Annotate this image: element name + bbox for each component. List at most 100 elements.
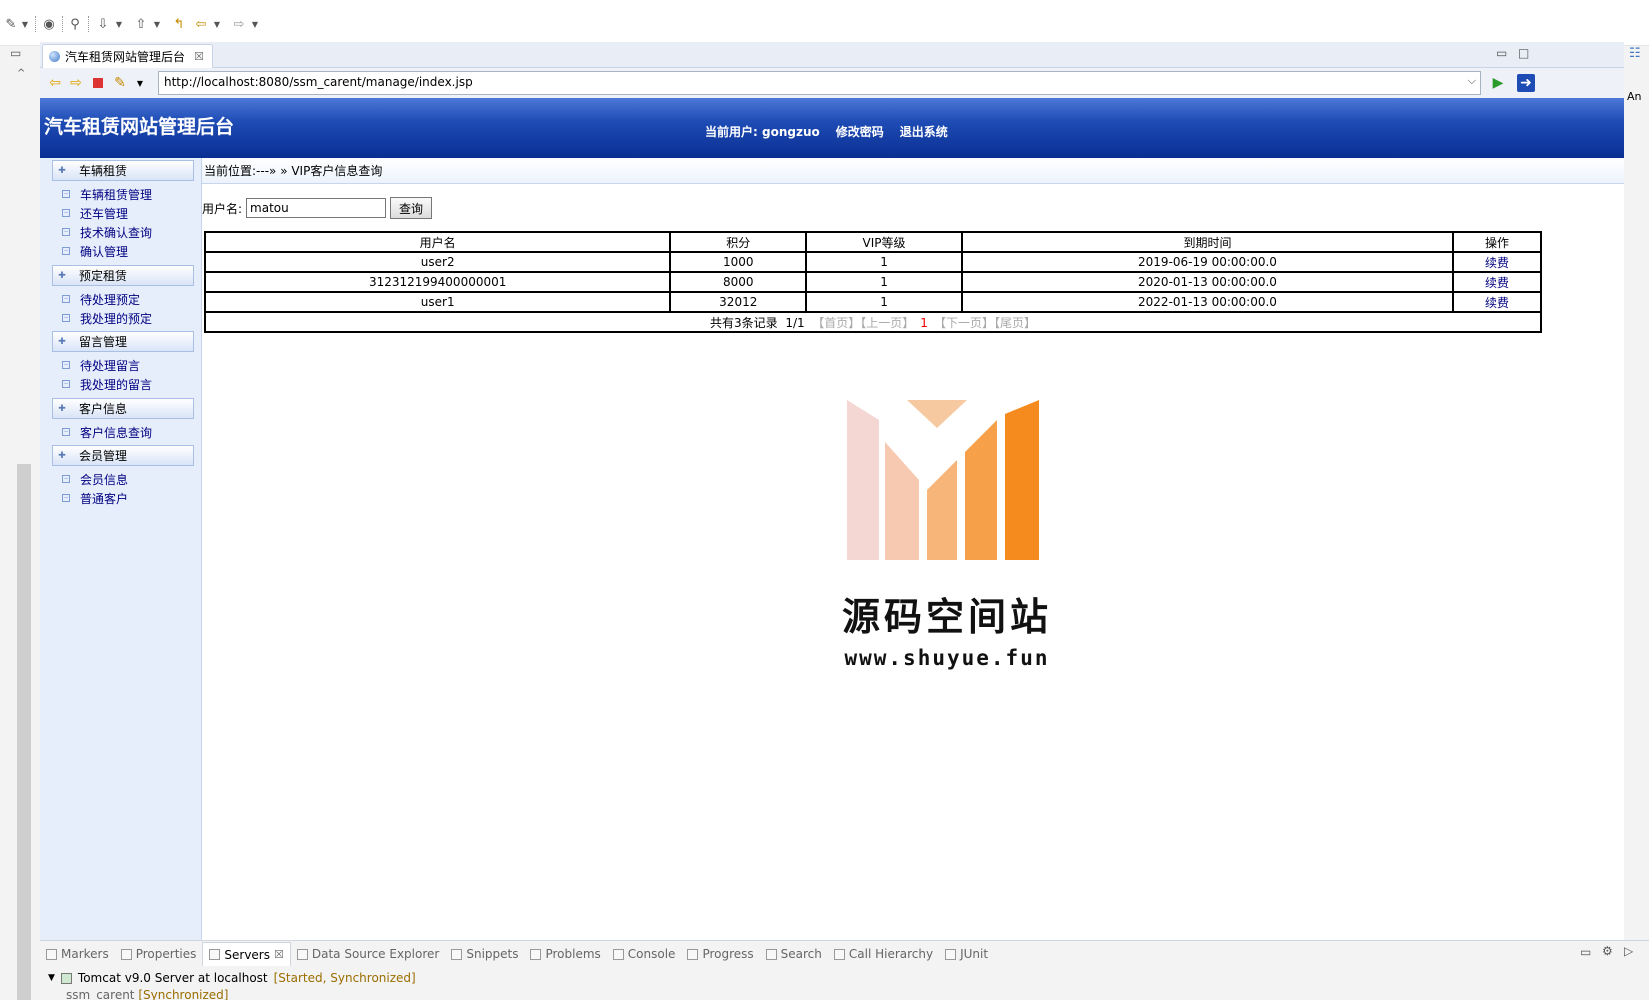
dropdown-icon[interactable]: ▼ xyxy=(250,13,260,35)
menu-item-confirm-manage[interactable]: − 确认管理 xyxy=(62,242,128,260)
menu-item-label: 还车管理 xyxy=(80,206,129,221)
menu-group-customer[interactable]: ✚ 客户信息 xyxy=(52,398,194,419)
menu-item-customer-query[interactable]: − 客户信息查询 xyxy=(62,423,152,441)
tab-call-hierarchy[interactable]: Call Hierarchy xyxy=(828,942,939,966)
dropdown-icon[interactable]: ▼ xyxy=(152,13,162,35)
breadcrumb: 当前位置:---» » VIP客户信息查询 xyxy=(202,158,1624,184)
tab-problems[interactable]: Problems xyxy=(524,942,606,966)
forward-icon[interactable]: ⇨ xyxy=(230,13,248,35)
cell-expire: 2022-01-13 00:00:00.0 xyxy=(960,291,1455,313)
tab-progress[interactable]: Progress xyxy=(681,942,759,966)
username-search-input[interactable] xyxy=(246,198,387,218)
servers-icon xyxy=(209,949,221,960)
menu-item-rental-manage[interactable]: − 车辆租赁管理 xyxy=(62,185,152,203)
menu-item-my-message[interactable]: − 我处理的留言 xyxy=(62,375,152,393)
module-entry[interactable]: ssm_carent [Synchronized] xyxy=(66,988,228,1000)
play-icon[interactable]: ▷ xyxy=(1624,944,1633,958)
restore-icon[interactable]: ▭ xyxy=(10,46,21,60)
pager-last[interactable]: 【尾页】 xyxy=(994,316,1036,330)
tab-data-source-explorer[interactable]: Data Source Explorer xyxy=(291,942,445,966)
menu-item-tech-confirm[interactable]: − 技术确认查询 xyxy=(62,223,152,241)
server-name: Tomcat v9.0 Server at localhost xyxy=(77,971,268,985)
close-icon[interactable]: ☒ xyxy=(194,50,204,63)
item-icon: − xyxy=(62,247,70,255)
menu-item-pending-reservation[interactable]: − 待处理预定 xyxy=(62,290,140,308)
pager-prev[interactable]: 【上一页】 xyxy=(860,316,914,330)
tab-search[interactable]: Search xyxy=(760,942,828,966)
cell-expire: 2019-06-19 00:00:00.0 xyxy=(960,251,1455,273)
cell-username: user2 xyxy=(203,251,672,273)
url-input[interactable]: http://localhost:8080/ssm_carent/manage/… xyxy=(158,71,1481,95)
snippets-icon xyxy=(451,948,463,960)
tab-console[interactable]: Console xyxy=(607,942,682,966)
outline-icon[interactable]: ☷ xyxy=(1629,46,1641,61)
cell-points: 8000 xyxy=(669,271,808,293)
dropdown-icon[interactable]: ▼ xyxy=(114,13,124,35)
menu-item-my-reservation[interactable]: − 我处理的预定 xyxy=(62,309,152,327)
wand-icon[interactable]: ✎ xyxy=(2,13,20,35)
scrollbar[interactable] xyxy=(17,464,31,1000)
pager-next[interactable]: 【下一页】 xyxy=(934,316,994,330)
menu-item-label: 确认管理 xyxy=(80,244,129,259)
dropdown-icon[interactable]: ▼ xyxy=(212,13,222,35)
cell-op: 续费 xyxy=(1452,271,1542,293)
chevron-down-icon[interactable]: ▼ xyxy=(48,973,55,983)
dropdown-icon[interactable]: ▼ xyxy=(20,13,30,35)
dropdown-icon[interactable]: ▼ xyxy=(131,74,149,92)
globe-icon[interactable]: ◉ xyxy=(40,13,58,35)
minimize-icon[interactable]: ▭ xyxy=(1580,945,1591,959)
menu-item-member-info[interactable]: − 会员信息 xyxy=(62,470,128,488)
database-icon xyxy=(296,948,308,960)
junit-icon xyxy=(945,948,957,960)
tab-label: Problems xyxy=(545,947,601,961)
menu-item-regular-customer[interactable]: − 普通客户 xyxy=(62,489,128,507)
forward-icon[interactable]: ⇨ xyxy=(67,74,85,92)
query-button[interactable]: 查询 xyxy=(390,197,433,219)
logout-link[interactable]: 退出系统 xyxy=(900,123,948,140)
server-icon xyxy=(60,972,72,984)
module-status: [Synchronized] xyxy=(138,988,229,1000)
renew-link[interactable]: 续费 xyxy=(1485,296,1509,310)
close-icon[interactable]: ☒ xyxy=(274,948,284,961)
next-annotation-icon[interactable]: ⇩ xyxy=(94,13,112,35)
watermark-name: 源码空间站 xyxy=(841,595,1052,639)
renew-link[interactable]: 续费 xyxy=(1485,276,1509,290)
menu-item-return-manage[interactable]: − 还车管理 xyxy=(62,204,128,222)
pager-first[interactable]: 【首页】 xyxy=(812,316,860,330)
menu-item-label: 普通客户 xyxy=(80,491,129,506)
change-password-link[interactable]: 修改密码 xyxy=(836,123,884,140)
minimize-icon[interactable]: ▭ xyxy=(1496,46,1507,60)
menu-item-pending-message[interactable]: − 待处理留言 xyxy=(62,356,140,374)
refresh-icon[interactable]: ✎ xyxy=(111,74,129,92)
editor-tab[interactable]: 汽车租赁网站管理后台 ☒ xyxy=(42,44,213,68)
menu-group-messages[interactable]: ✚ 留言管理 xyxy=(52,331,194,352)
tab-markers[interactable]: Markers xyxy=(40,942,115,966)
scroll-up-icon[interactable]: ^ xyxy=(17,68,25,79)
search-icon[interactable]: ⚲ xyxy=(66,13,84,35)
menu-group-vehicle-rental[interactable]: ✚ 车辆租赁 xyxy=(52,160,194,181)
tab-label: Progress xyxy=(702,947,754,961)
chevron-down-icon[interactable]: ⌵ xyxy=(1468,74,1476,88)
open-external-icon[interactable]: ➜ xyxy=(1517,74,1535,92)
tab-label: Snippets xyxy=(466,947,519,961)
menu-group-label: 客户信息 xyxy=(79,402,128,416)
menu-group-member[interactable]: ✚ 会员管理 xyxy=(52,445,194,466)
last-edit-icon[interactable]: ↰ xyxy=(170,13,188,35)
tab-junit[interactable]: JUnit xyxy=(939,942,994,966)
tab-properties[interactable]: Properties xyxy=(115,942,203,966)
tab-snippets[interactable]: Snippets xyxy=(445,942,524,966)
back-icon[interactable]: ⇦ xyxy=(46,74,64,92)
prev-annotation-icon[interactable]: ⇧ xyxy=(132,13,150,35)
server-entry[interactable]: ▼ Tomcat v9.0 Server at localhost [Start… xyxy=(48,971,416,985)
url-text: http://localhost:8080/ssm_carent/manage/… xyxy=(164,75,473,89)
renew-link[interactable]: 续费 xyxy=(1485,256,1509,270)
pager-current[interactable]: 1 xyxy=(920,316,928,330)
gear-icon[interactable]: ⚙ xyxy=(1602,944,1613,958)
go-icon[interactable]: ▶ xyxy=(1489,74,1507,92)
stop-icon[interactable] xyxy=(89,74,107,92)
menu-group-reservation[interactable]: ✚ 预定租赁 xyxy=(52,265,194,286)
web-page: 汽车租赁网站管理后台 当前用户: gongzuo 修改密码 退出系统 ✚ 车辆租赁… xyxy=(40,98,1624,940)
tab-servers[interactable]: Servers ☒ xyxy=(202,942,291,966)
maximize-icon[interactable]: □ xyxy=(1518,46,1529,60)
back-icon[interactable]: ⇦ xyxy=(192,13,210,35)
